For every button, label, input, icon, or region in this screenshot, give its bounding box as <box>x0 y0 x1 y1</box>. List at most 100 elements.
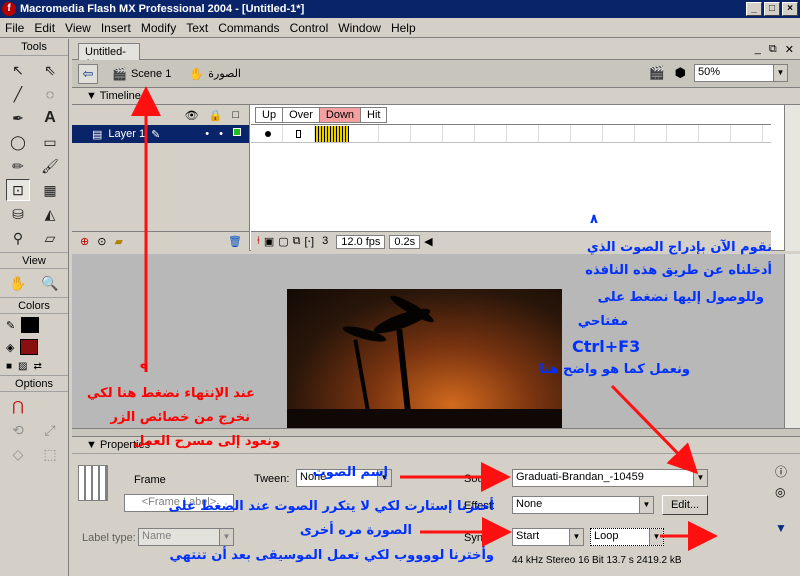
frame-rate[interactable]: 12.0 fps <box>336 234 386 249</box>
stroke-color-swatch[interactable] <box>21 317 40 333</box>
stage-area[interactable] <box>72 254 784 434</box>
chevron-down-icon[interactable]: ▼ <box>773 65 787 81</box>
menu-text[interactable]: Text <box>181 21 213 35</box>
arrow-tool-icon[interactable]: ↖ <box>6 59 30 81</box>
lock-icon[interactable]: 🔒 <box>209 109 223 122</box>
symbol-crumb[interactable]: الصورة <box>208 67 241 80</box>
lock-dot[interactable]: • <box>219 128 223 140</box>
menu-modify[interactable]: Modify <box>136 21 181 35</box>
hand-tool-icon[interactable]: ✋ <box>6 272 30 294</box>
visible-dot[interactable]: • <box>205 128 209 140</box>
free-transform-tool-icon[interactable]: ⊡ <box>6 179 30 201</box>
pen-tool-icon[interactable]: ✒ <box>6 107 30 129</box>
accessibility-icon[interactable]: ◎ <box>775 485 785 499</box>
swap-colors-icon[interactable]: ⇄ <box>34 361 42 372</box>
label-type-select[interactable]: Name ▼ <box>138 528 234 546</box>
edit-multiple-icon[interactable]: ⧉ <box>293 235 301 248</box>
paint-bucket-tool-icon[interactable]: ◭ <box>38 203 62 225</box>
trash-icon[interactable]: 🗑 <box>228 235 250 248</box>
layer-row[interactable]: ▤ Layer 1 ✎ • • <box>72 125 249 143</box>
frame-row[interactable] <box>251 125 771 143</box>
stage-vertical-scrollbar[interactable] <box>784 254 800 434</box>
frame-label-up[interactable]: Up <box>255 106 284 123</box>
collapse-triangle-icon[interactable]: ▼ <box>86 439 97 451</box>
edit-button[interactable]: Edit... <box>662 495 708 515</box>
document-tab[interactable]: Untitled-1* <box>78 43 140 70</box>
text-tool-icon[interactable]: A <box>38 107 62 129</box>
outline-icon[interactable]: □ <box>232 109 239 121</box>
eyedropper-tool-icon[interactable]: ⚲ <box>6 227 30 249</box>
onion-outline-icon[interactable]: ▢ <box>278 235 288 248</box>
frame-label-down[interactable]: Down <box>318 106 362 123</box>
repeat-select[interactable]: Loop ▼ <box>590 528 664 546</box>
chevron-down-icon[interactable]: ▼ <box>569 529 583 545</box>
expand-arrow-icon[interactable]: ▼ <box>775 521 787 535</box>
add-guide-icon[interactable]: ⊙ <box>97 235 106 248</box>
back-arrow-button[interactable]: ⇦ <box>78 63 98 84</box>
brush-tool-icon[interactable]: 🖌 <box>38 155 62 177</box>
chevron-down-icon[interactable]: ▼ <box>219 529 233 545</box>
scene-1-crumb[interactable]: Scene 1 <box>131 68 171 80</box>
playhead-icon[interactable]: ⍿ <box>257 235 260 248</box>
zoom-select[interactable]: 50% ▼ <box>694 64 788 82</box>
collapse-triangle-icon[interactable]: ▼ <box>86 90 97 102</box>
menu-view[interactable]: View <box>60 21 96 35</box>
night-palms-image[interactable] <box>287 289 562 434</box>
chevron-down-icon[interactable]: ▼ <box>693 470 707 486</box>
frame-label-hit[interactable]: Hit <box>360 106 388 123</box>
envelope-option-icon[interactable]: ⬚ <box>38 443 62 465</box>
menu-commands[interactable]: Commands <box>213 21 284 35</box>
eraser-tool-icon[interactable]: ▱ <box>38 227 62 249</box>
fill-color-swatch[interactable] <box>20 339 39 355</box>
outline-color-square[interactable] <box>233 128 241 136</box>
pencil-tool-icon[interactable]: ✏ <box>6 155 30 177</box>
close-button[interactable]: × <box>782 2 798 16</box>
sync-select[interactable]: Start ▼ <box>512 528 584 546</box>
insert-layer-icon[interactable]: ⊕ <box>80 235 89 248</box>
menu-window[interactable]: Window <box>333 21 386 35</box>
ink-bottle-tool-icon[interactable]: ⛁ <box>6 203 30 225</box>
sound-select[interactable]: Graduati-Brandan_-10459 ▼ <box>512 469 708 487</box>
effect-select[interactable]: None ▼ <box>512 496 654 514</box>
sound-waveform[interactable] <box>315 126 349 142</box>
edit-scene-icon[interactable]: 🎬 <box>648 65 664 81</box>
blank-keyframe-marker[interactable] <box>296 130 301 138</box>
rectangle-tool-icon[interactable]: ▭ <box>38 131 62 153</box>
subselect-tool-icon[interactable]: ⇖ <box>38 59 62 81</box>
insert-folder-icon[interactable]: ▰ <box>114 235 122 248</box>
minimize-button[interactable]: _ <box>746 2 762 16</box>
eye-icon[interactable]: 👁 <box>185 109 199 122</box>
line-tool-icon[interactable]: ╱ <box>6 83 30 105</box>
onion-skin-icon[interactable]: ▣ <box>264 235 274 248</box>
menu-insert[interactable]: Insert <box>96 21 136 35</box>
onion-markers-icon[interactable]: [⋅] <box>305 235 315 248</box>
zoom-tool-icon[interactable]: 🔍 <box>38 272 62 294</box>
doc-minimize-icon[interactable]: _ <box>755 43 761 56</box>
edit-symbols-icon[interactable]: ⬢ <box>675 65 686 81</box>
scroll-left-icon[interactable]: ◀ <box>424 235 432 248</box>
menu-edit[interactable]: Edit <box>29 21 60 35</box>
fill-transform-tool-icon[interactable]: ▦ <box>38 179 62 201</box>
doc-close-icon[interactable]: ✕ <box>785 43 794 56</box>
rotate-option-icon[interactable]: ⟲ <box>6 419 30 441</box>
chevron-down-icon[interactable]: ▼ <box>649 529 663 545</box>
distort-option-icon[interactable]: ◇ <box>6 443 30 465</box>
menu-control[interactable]: Control <box>285 21 334 35</box>
doc-restore-icon[interactable]: ⧉ <box>769 43 777 56</box>
chevron-down-icon[interactable]: ▼ <box>639 497 653 513</box>
menu-help[interactable]: Help <box>386 21 421 35</box>
timeline-vertical-scrollbar[interactable] <box>784 105 800 251</box>
layer-name[interactable]: Layer 1 <box>108 128 145 140</box>
default-colors-icon[interactable]: ■ <box>6 361 12 372</box>
maximize-button[interactable]: □ <box>764 2 780 16</box>
scale-option-icon[interactable]: ⤢ <box>38 419 62 441</box>
help-icon[interactable]: ⓘ <box>775 463 787 480</box>
oval-tool-icon[interactable]: ◯ <box>6 131 30 153</box>
lasso-tool-icon[interactable]: ◌ <box>38 83 62 105</box>
keyframe-marker[interactable] <box>265 131 271 137</box>
frame-label-over[interactable]: Over <box>282 106 320 123</box>
no-color-icon[interactable]: ▨ <box>18 361 27 372</box>
magnet-snap-icon[interactable]: ⋂ <box>6 395 30 417</box>
menu-file[interactable]: File <box>0 21 29 35</box>
timeline-header[interactable]: ▼ Timeline <box>72 88 800 105</box>
